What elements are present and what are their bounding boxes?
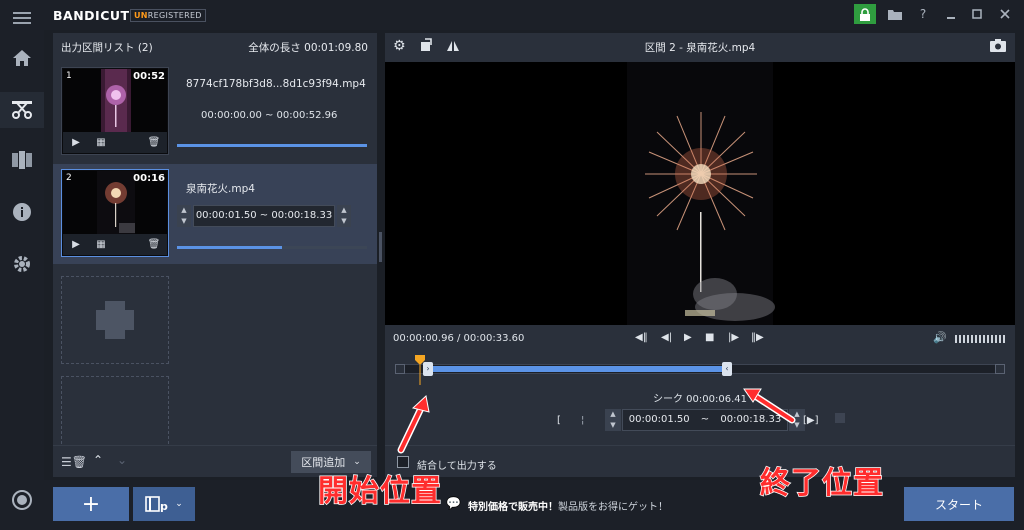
start-position-annotation: 開始位置 <box>317 473 442 510</box>
end-position-annotation: 終了位置 <box>759 465 884 502</box>
start-arrow <box>397 395 430 454</box>
end-arrow <box>743 388 796 424</box>
annotation-arrows <box>397 388 796 454</box>
